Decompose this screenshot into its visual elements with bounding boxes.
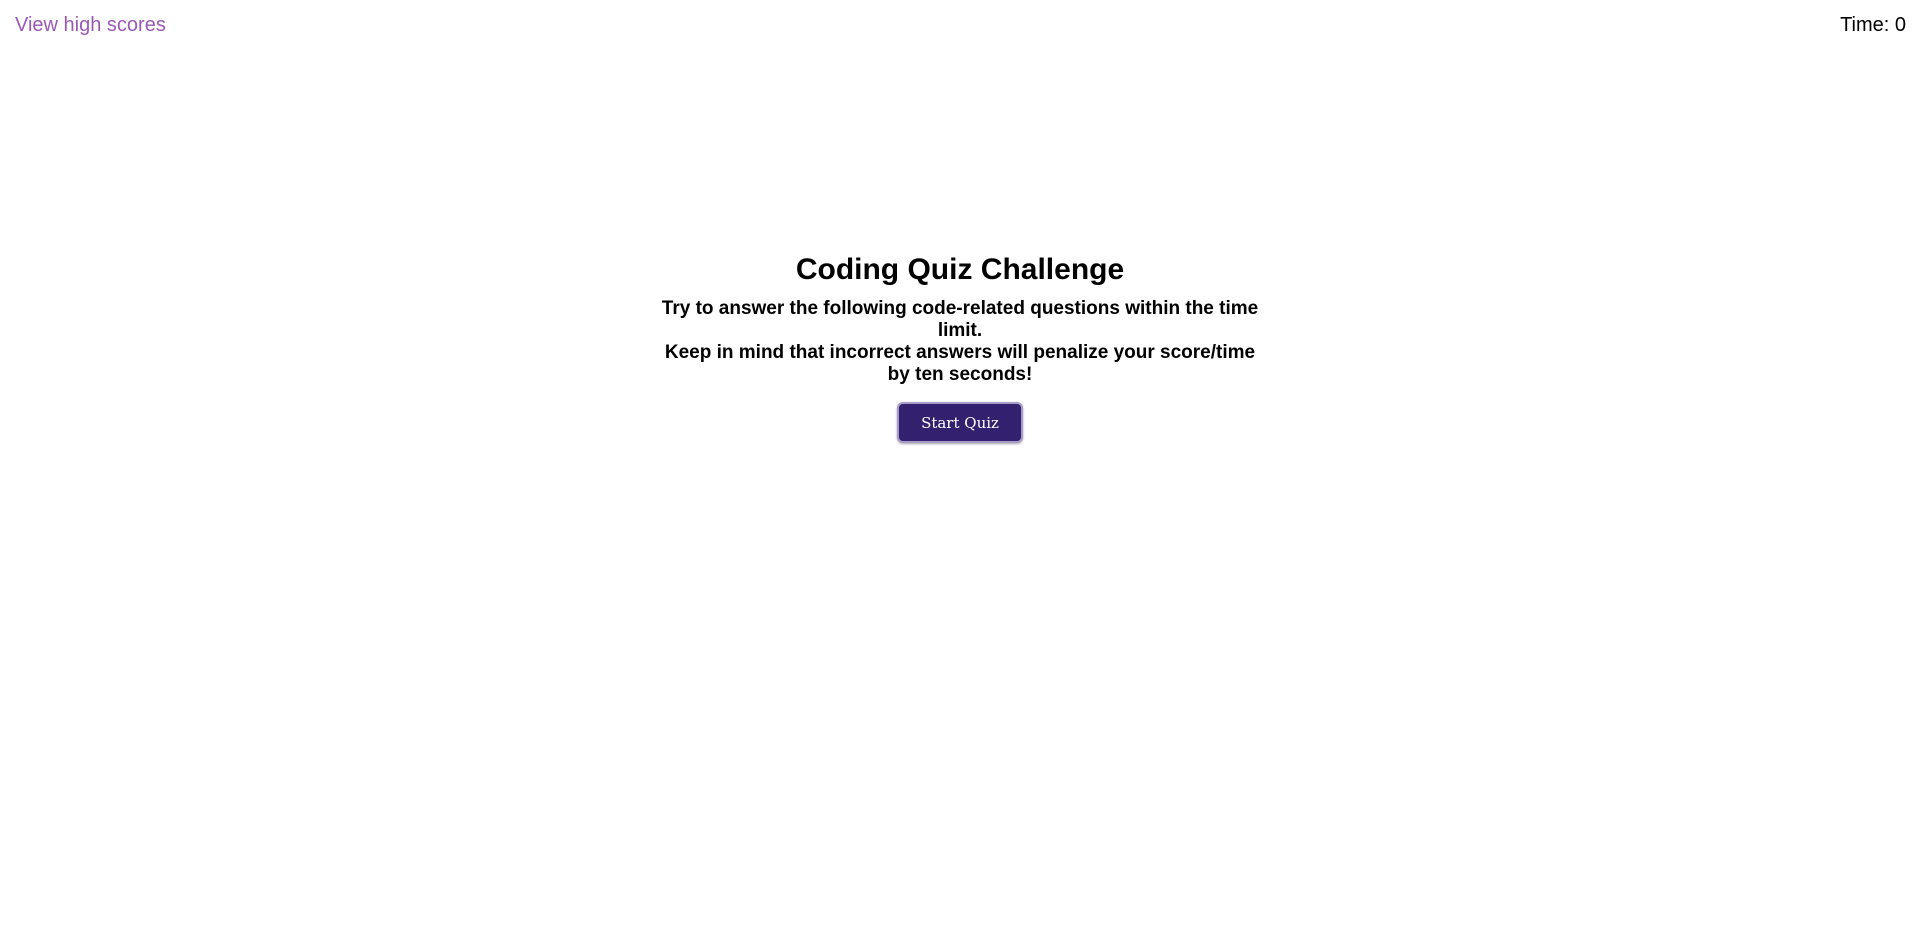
top-bar: View high scores Time: 0 — [0, 0, 1920, 54]
view-high-scores-link[interactable]: View high scores — [15, 14, 166, 37]
page-title: Coding Quiz Challenge — [795, 253, 1125, 286]
description-line-3: by ten seconds! — [887, 364, 1033, 385]
description-line-2: Keep in mind that incorrect answers will… — [664, 342, 1256, 363]
start-quiz-button[interactable]: Start Quiz — [897, 402, 1023, 443]
quiz-description: Try to answer the following code-related… — [640, 298, 1280, 386]
intro-section: Coding Quiz Challenge Try to answer the … — [0, 250, 1920, 443]
timer-display: Time: 0 — [1840, 14, 1906, 36]
description-line-1: Try to answer the following code-related… — [661, 298, 1259, 341]
